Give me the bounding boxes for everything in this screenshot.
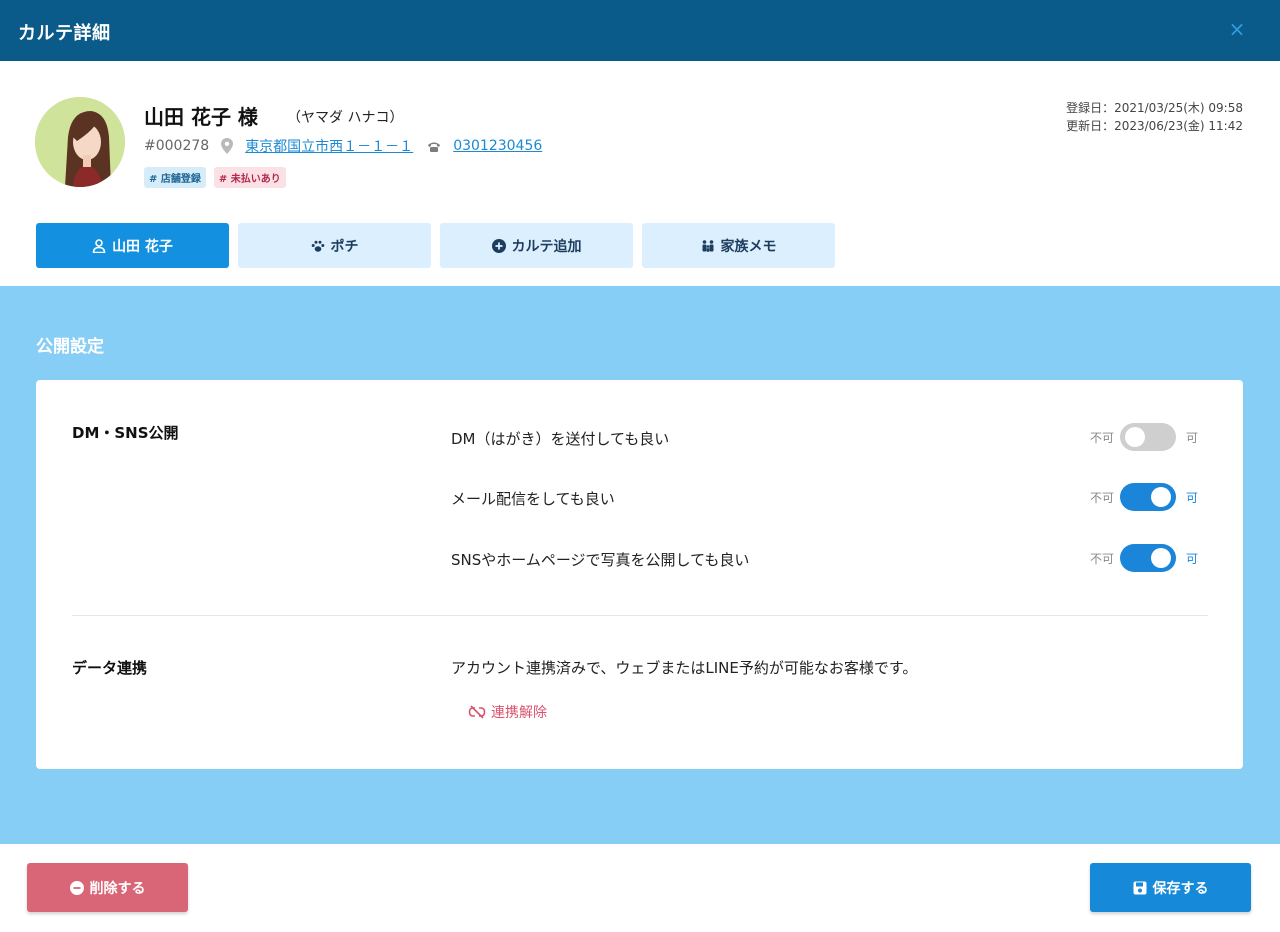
option-dm-toggle-group: 不可 可 bbox=[1090, 423, 1198, 451]
section-divider bbox=[72, 615, 1208, 616]
option-sns-label: SNSやホームページで写真を公開しても良い bbox=[451, 551, 750, 569]
tab-customer-label: 山田 花子 bbox=[112, 238, 173, 255]
tab-pet-label: ポチ bbox=[330, 238, 359, 255]
updated-date: 更新日：2023/06/23(金) 11:42 bbox=[1066, 119, 1243, 133]
save-label: 保存する bbox=[1152, 880, 1209, 897]
option-mail-label: メール配信をしても良い bbox=[451, 490, 615, 508]
option-dm-off-label: 不可 bbox=[1090, 430, 1115, 445]
window-title: カルテ詳細 bbox=[18, 23, 111, 44]
user-icon bbox=[92, 238, 106, 253]
customer-name: 山田 花子 様 bbox=[144, 105, 258, 129]
option-sns-switch[interactable] bbox=[1120, 544, 1176, 572]
option-mail-switch[interactable] bbox=[1120, 483, 1176, 511]
registered-date: 登録日：2021/03/25(木) 09:58 bbox=[1066, 101, 1243, 115]
switch-knob bbox=[1151, 487, 1171, 507]
option-sns-off-label: 不可 bbox=[1090, 551, 1115, 566]
settings-panel: 公開設定 DM・SNS公開 DM（はがき）を送付しても良い 不可 可 メール配信… bbox=[0, 286, 1280, 844]
save-button[interactable]: 保存する bbox=[1090, 863, 1251, 912]
option-dm-switch[interactable] bbox=[1120, 423, 1176, 451]
tab-pet[interactable]: ポチ bbox=[238, 223, 431, 268]
tab-customer[interactable]: 山田 花子 bbox=[36, 223, 229, 268]
unlink-icon bbox=[468, 705, 486, 719]
location-pin-icon bbox=[221, 138, 234, 154]
option-mail-off-label: 不可 bbox=[1090, 490, 1115, 505]
delete-label: 削除する bbox=[89, 880, 146, 897]
phone-link[interactable]: 0301230456 bbox=[453, 138, 542, 154]
address-link[interactable]: 東京都国立市西１－１－１ bbox=[245, 136, 413, 156]
close-icon[interactable]: × bbox=[1226, 18, 1248, 40]
switch-knob bbox=[1125, 427, 1145, 447]
option-mail-toggle-group: 不可 可 bbox=[1090, 483, 1198, 511]
tab-family-memo-label: 家族メモ bbox=[720, 238, 777, 255]
tag-unpaid: # 未払いあり bbox=[213, 167, 286, 188]
option-sns-toggle-group: 不可 可 bbox=[1090, 544, 1198, 572]
family-icon bbox=[702, 239, 713, 252]
tab-add-record[interactable]: カルテ追加 bbox=[440, 223, 633, 268]
customer-meta: #000278 東京都国立市西１－１－１ 0301230456 bbox=[144, 136, 542, 156]
dm-section-label: DM・SNS公開 bbox=[72, 424, 179, 442]
option-dm-label: DM（はがき）を送付しても良い bbox=[451, 430, 670, 448]
data-link-status-text: アカウント連携済みで、ウェブまたはLINE予約が可能なお客様です。 bbox=[451, 659, 918, 677]
data-section-label: データ連携 bbox=[72, 659, 148, 677]
plus-circle-icon bbox=[491, 238, 506, 253]
avatar bbox=[35, 97, 125, 187]
tab-family-memo[interactable]: 家族メモ bbox=[642, 223, 835, 268]
customer-tags: # 店舗登録 # 未払いあり bbox=[144, 167, 286, 188]
customer-kana: （ヤマダ ハナコ） bbox=[287, 110, 404, 126]
floppy-disk-icon bbox=[1133, 881, 1146, 894]
tab-bar: 山田 花子 ポチ カルテ追加 家族メモ bbox=[36, 223, 835, 268]
delete-button[interactable]: 削除する bbox=[27, 863, 188, 912]
option-mail-on-label: 可 bbox=[1186, 490, 1199, 505]
unlink-label: 連携解除 bbox=[491, 705, 547, 721]
paw-icon bbox=[311, 240, 324, 252]
option-dm-on-label: 可 bbox=[1186, 430, 1199, 445]
tag-store-registered: # 店舗登録 bbox=[144, 167, 206, 188]
avatar-illustration bbox=[35, 97, 125, 187]
tab-add-record-label: カルテ追加 bbox=[511, 238, 582, 255]
minus-circle-icon bbox=[69, 880, 84, 895]
panel-title: 公開設定 bbox=[36, 337, 104, 357]
customer-id: #000278 bbox=[144, 138, 210, 154]
switch-knob bbox=[1151, 548, 1171, 568]
unlink-button[interactable]: 連携解除 bbox=[468, 702, 547, 722]
date-info: 登録日：2021/03/25(木) 09:58 更新日：2023/06/23(金… bbox=[1066, 99, 1243, 135]
option-sns-on-label: 可 bbox=[1186, 551, 1199, 566]
title-bar: カルテ詳細 × bbox=[0, 0, 1280, 61]
settings-card: DM・SNS公開 DM（はがき）を送付しても良い 不可 可 メール配信をしても良… bbox=[36, 380, 1243, 769]
phone-icon bbox=[428, 142, 441, 152]
